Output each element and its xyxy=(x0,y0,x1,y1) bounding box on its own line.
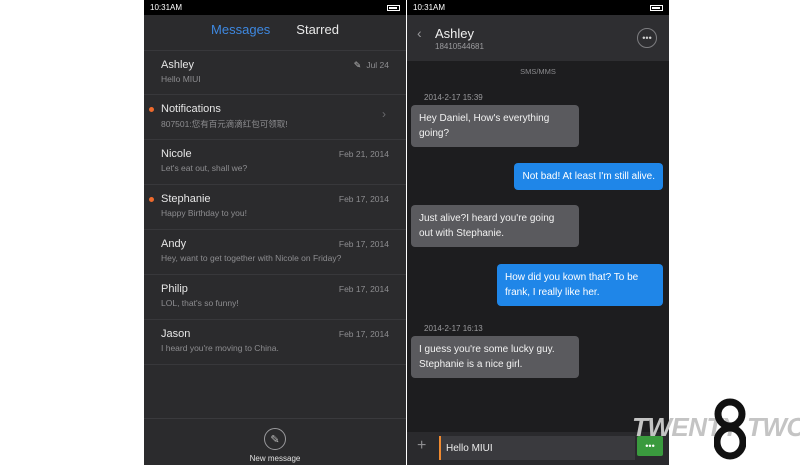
more-options-button[interactable]: ••• xyxy=(637,28,657,48)
twenty8two-logo: TWENTY TWO xyxy=(628,398,800,460)
conversation-name: Philip xyxy=(161,283,188,295)
conversation-item-philip[interactable]: Philip Feb 17, 2014 LOL, that's so funny… xyxy=(144,275,406,320)
conversation-date: Feb 17, 2014 xyxy=(338,284,389,294)
message-line: How did you kown that? To be xyxy=(505,272,639,283)
chevron-right-icon: › xyxy=(382,107,386,121)
screenshot-stage: 10:31AM Messages Starred Ashley ✎ Jul 24 … xyxy=(0,0,800,465)
conversation-item-ashley[interactable]: Ashley ✎ Jul 24 Hello MIUI xyxy=(144,50,406,95)
bottom-action-bar: ✎ New message xyxy=(144,418,406,465)
conversation-name: Nicole xyxy=(161,148,192,160)
conversation-name: Ashley xyxy=(161,59,195,71)
battery-icon xyxy=(650,4,663,11)
conversation-date: Feb 21, 2014 xyxy=(338,149,389,159)
conversation-name: Andy xyxy=(161,238,187,250)
conversation-preview: I heard you're moving to China. xyxy=(161,343,279,353)
conversation-date: Feb 17, 2014 xyxy=(338,329,389,339)
message-line: frank, I really like her. xyxy=(505,287,600,298)
conversation-preview: Hey, want to get together with Nicole on… xyxy=(161,253,342,263)
conversation-name: Jason xyxy=(161,328,191,340)
contact-phone: 18410544681 xyxy=(435,42,484,51)
incoming-message: I guess you're some lucky guy. Stephanie… xyxy=(411,336,579,378)
conversation-list-screen: 10:31AM Messages Starred Ashley ✎ Jul 24 … xyxy=(144,0,406,465)
conversation-date: Feb 17, 2014 xyxy=(338,194,389,204)
conversation-preview: Hello MIUI xyxy=(161,74,201,84)
conversation-date-text: Jul 24 xyxy=(366,60,389,70)
conversation-item-jason[interactable]: Jason Feb 17, 2014 I heard you're moving… xyxy=(144,320,406,365)
channel-label: SMS/MMS xyxy=(520,67,556,76)
message-line: I guess you're some lucky guy. xyxy=(419,344,555,355)
conversation-item-andy[interactable]: Andy Feb 17, 2014 Hey, want to get toget… xyxy=(144,230,406,275)
tab-starred[interactable]: Starred xyxy=(296,22,339,42)
message-line: Not bad! At least I'm still alive. xyxy=(522,171,655,182)
new-message-icon[interactable]: ✎ xyxy=(264,428,286,450)
message-input[interactable] xyxy=(439,436,635,460)
chat-header: ‹ Ashley 18410544681 ••• xyxy=(407,15,669,61)
unread-dot xyxy=(149,107,154,112)
conversation-list: Ashley ✎ Jul 24 Hello MIUI Notifications … xyxy=(144,50,406,365)
incoming-message: Just alive?I heard you're going out with… xyxy=(411,205,579,247)
conversation-item-notifications[interactable]: Notifications › 807501:您有百元滴滴红包可领取! xyxy=(144,95,406,140)
conversation-preview: LOL, that's so funny! xyxy=(161,298,239,308)
conversation-name: Notifications xyxy=(161,103,221,115)
conversation-preview: Let's eat out, shall we? xyxy=(161,163,248,173)
unread-dot xyxy=(149,197,154,202)
incoming-message: Hey Daniel, How's everything going? xyxy=(411,105,579,147)
tab-bar: Messages Starred xyxy=(144,22,406,42)
conversation-preview: Happy Birthday to you! xyxy=(161,208,247,218)
battery-icon xyxy=(387,4,400,11)
message-line: out with Stephanie. xyxy=(419,228,505,239)
status-bar: 10:31AM xyxy=(407,0,669,15)
conversation-item-nicole[interactable]: Nicole Feb 21, 2014 Let's eat out, shall… xyxy=(144,140,406,185)
conversation-date: ✎ Jul 24 xyxy=(354,60,389,71)
chat-thread-screen: 10:31AM ‹ Ashley 18410544681 ••• SMS/MMS… xyxy=(407,0,669,465)
outgoing-message: Not bad! At least I'm still alive. xyxy=(514,163,663,190)
message-line: going? xyxy=(419,128,450,139)
pencil-icon: ✎ xyxy=(353,60,362,70)
conversation-name: Stephanie xyxy=(161,193,211,205)
conversation-date: Feb 17, 2014 xyxy=(338,239,389,249)
logo-eight-icon xyxy=(714,398,746,460)
status-time: 10:31AM xyxy=(150,3,183,12)
message-line: Stephanie is a nice girl. xyxy=(419,359,523,370)
plus-icon[interactable]: + xyxy=(417,437,426,455)
outgoing-message: How did you kown that? To be frank, I re… xyxy=(497,264,663,306)
contact-name: Ashley xyxy=(435,26,475,41)
status-time: 10:31AM xyxy=(413,3,446,12)
logo-word-two: TWO xyxy=(747,412,800,442)
message-timestamp: 2014-2-17 16:13 xyxy=(424,324,483,333)
tab-messages[interactable]: Messages xyxy=(211,22,270,42)
new-message-label[interactable]: New message xyxy=(144,454,406,463)
status-bar: 10:31AM xyxy=(144,0,406,15)
conversation-preview: 807501:您有百元滴滴红包可领取! xyxy=(161,119,288,129)
conversation-item-stephanie[interactable]: Stephanie Feb 17, 2014 Happy Birthday to… xyxy=(144,185,406,230)
message-timestamp: 2014-2-17 15:39 xyxy=(424,93,483,102)
message-line: Hey Daniel, How's everything xyxy=(419,113,550,124)
back-arrow-icon[interactable]: ‹ xyxy=(417,25,422,41)
message-line: Just alive?I heard you're going xyxy=(419,213,555,224)
